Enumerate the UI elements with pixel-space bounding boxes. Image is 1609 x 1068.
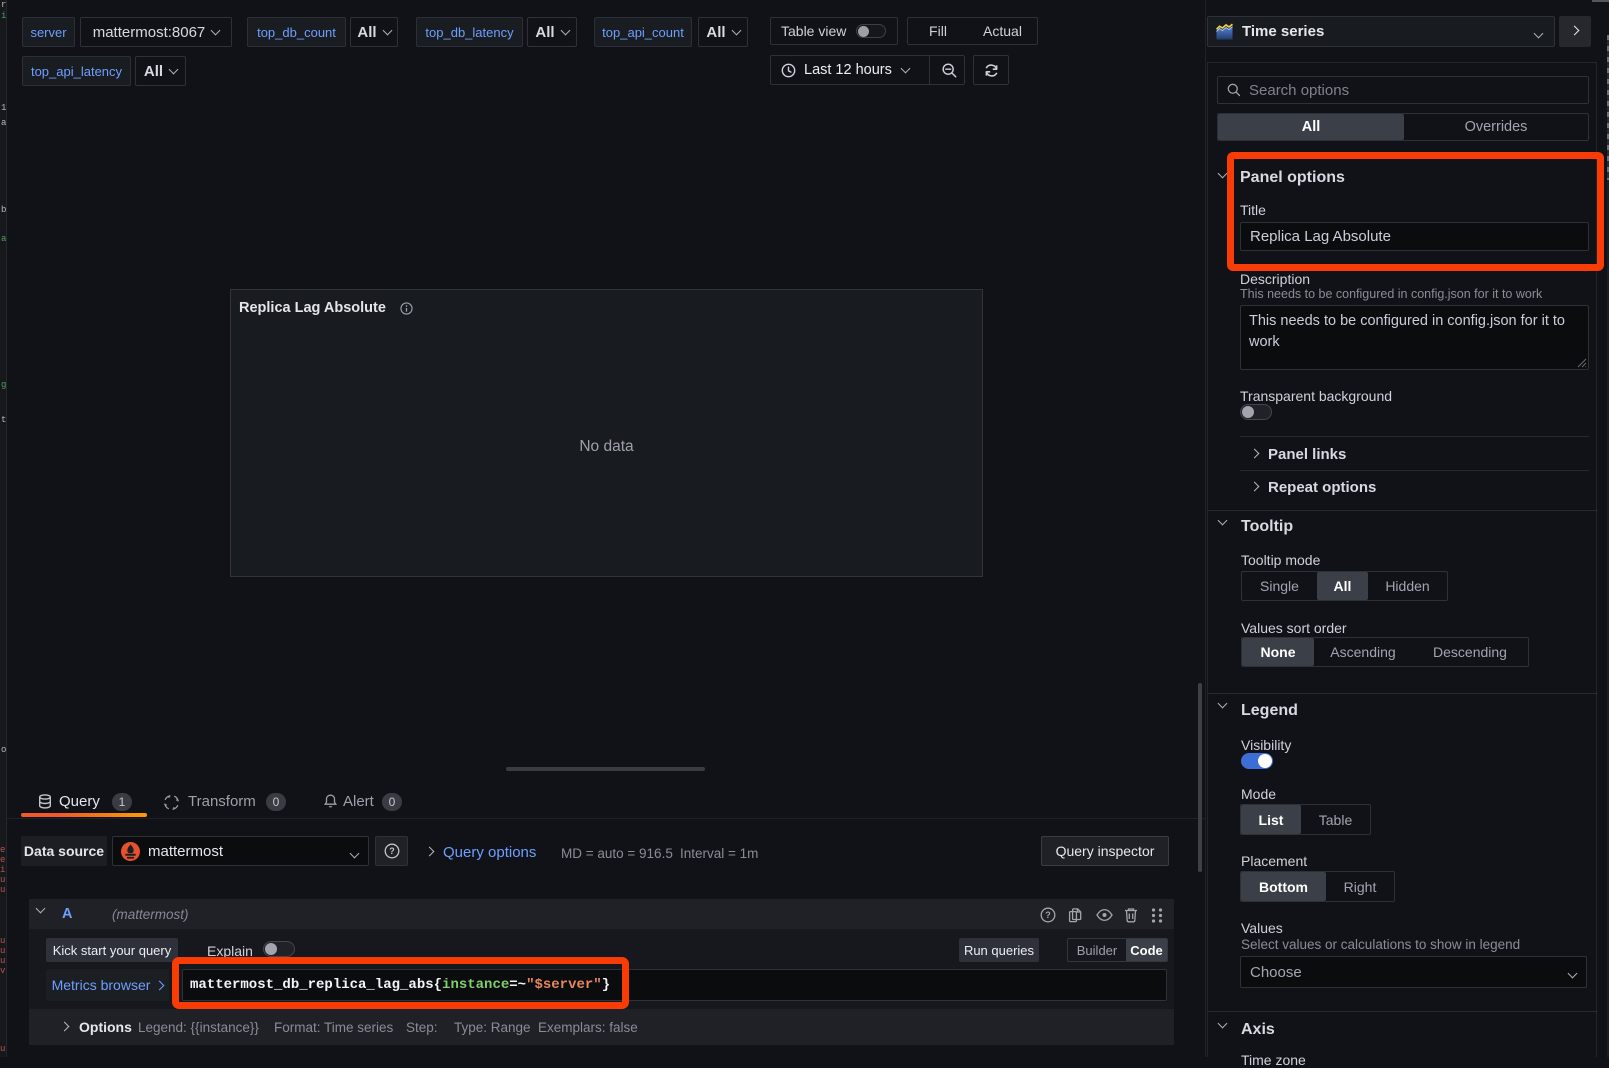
svg-text:?: ? bbox=[1045, 910, 1051, 920]
svg-text:?: ? bbox=[389, 846, 395, 856]
